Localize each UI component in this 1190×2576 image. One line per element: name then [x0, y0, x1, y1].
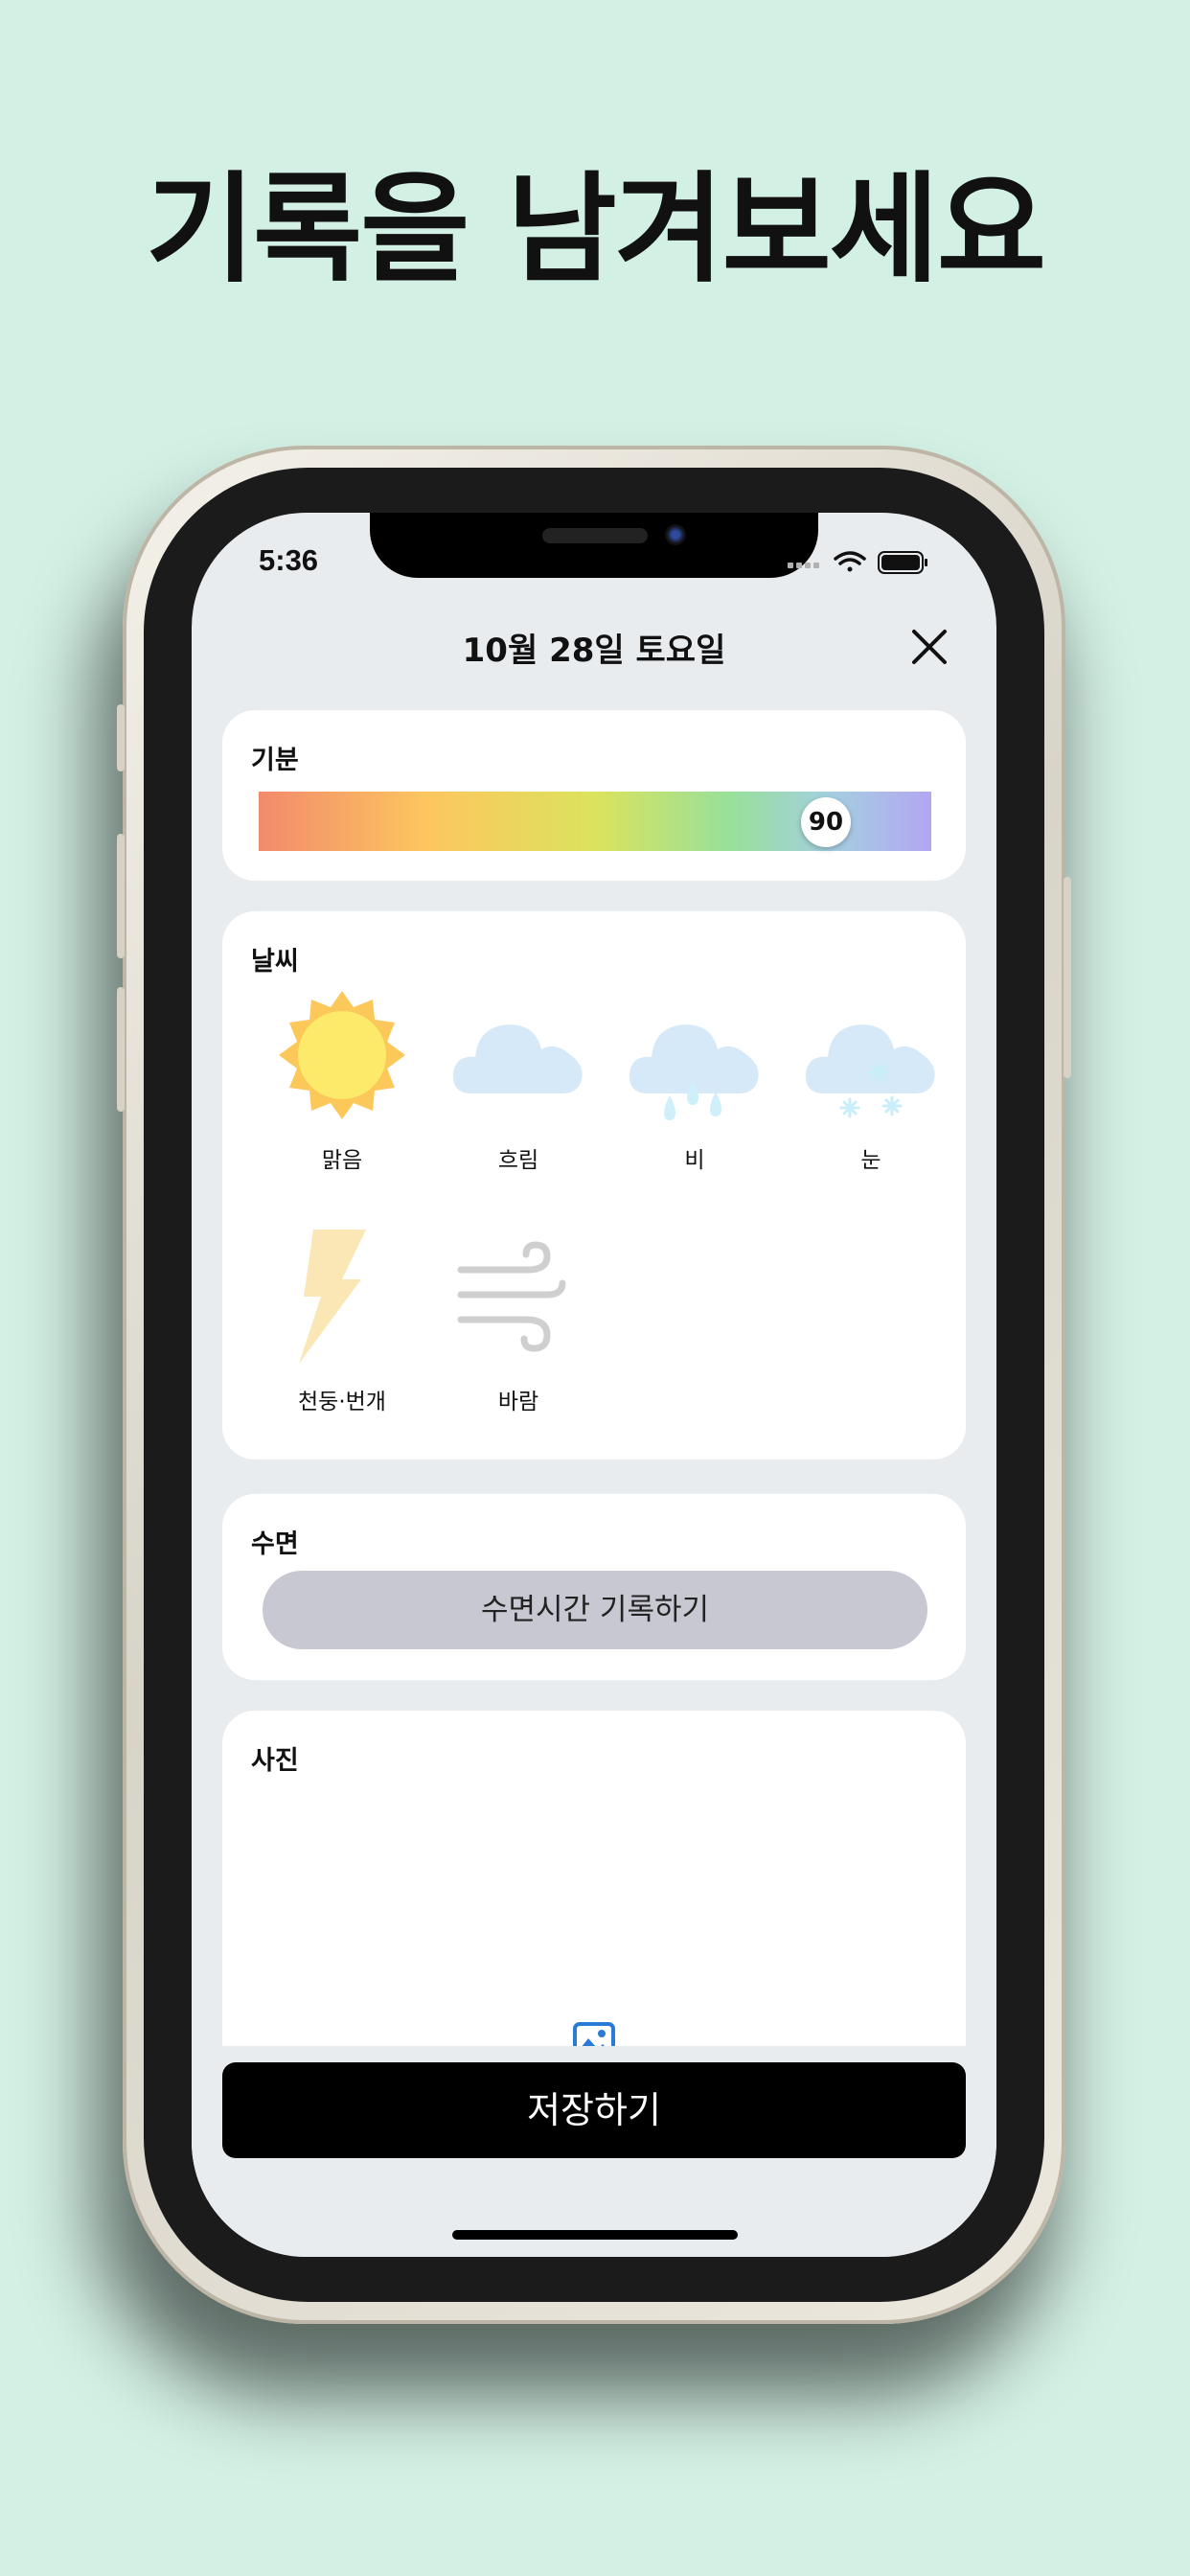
sun-icon — [279, 991, 405, 1119]
sleep-card: 수면 수면시간 기록하기 — [222, 1494, 966, 1680]
camera — [665, 524, 686, 545]
promo-headline: 기록을 남겨보세요 — [146, 161, 1046, 299]
home-indicator — [452, 2230, 738, 2240]
volume-down-button — [117, 987, 125, 1112]
status-time: 5:36 — [259, 543, 319, 577]
wind-icon — [457, 1241, 566, 1352]
weather-option-rain[interactable]: 비 — [613, 988, 776, 1180]
app-screen: 5:36 10월 28일 토요일 기분 90 날씨 맑음 흐림 비 눈 천둥·번… — [192, 513, 996, 2257]
weather-label-cloudy: 흐림 — [497, 1148, 539, 1173]
weather-option-wind[interactable]: 바람 — [437, 1230, 600, 1421]
snow-icon — [805, 1024, 935, 1118]
cloud-icon — [452, 1024, 583, 1093]
weather-option-sunny[interactable]: 맑음 — [261, 988, 423, 1180]
battery-icon — [878, 551, 927, 574]
save-button[interactable]: 저장하기 — [222, 2062, 966, 2158]
close-icon[interactable] — [910, 628, 949, 666]
mood-title: 기분 — [251, 746, 299, 775]
status-icons — [788, 551, 927, 574]
weather-option-snow[interactable]: 눈 — [790, 988, 952, 1180]
weather-label-snow: 눈 — [860, 1148, 881, 1173]
rain-icon — [629, 1024, 759, 1120]
power-button — [1064, 877, 1071, 1078]
weather-label-rain: 비 — [684, 1148, 705, 1173]
mood-slider-knob[interactable]: 90 — [801, 797, 851, 847]
speaker — [542, 528, 648, 543]
notch — [370, 513, 818, 578]
weather-label-wind: 바람 — [497, 1390, 539, 1414]
record-sleep-button[interactable]: 수면시간 기록하기 — [263, 1571, 927, 1649]
wifi-icon — [834, 551, 866, 572]
lightning-icon — [299, 1230, 366, 1364]
volume-up-button — [117, 834, 125, 958]
weather-label-thunder: 천둥·번개 — [298, 1390, 386, 1414]
weather-label-sunny: 맑음 — [321, 1148, 363, 1173]
photo-title: 사진 — [251, 1746, 299, 1776]
sleep-title: 수면 — [251, 1530, 299, 1559]
date-title: 10월 28일 토요일 — [462, 632, 726, 670]
mood-card: 기분 90 — [222, 710, 966, 881]
mute-switch — [117, 704, 125, 771]
signal-icon — [788, 563, 819, 568]
weather-option-thunder[interactable]: 천둥·번개 — [261, 1230, 423, 1421]
weather-title: 날씨 — [251, 947, 299, 977]
weather-option-cloudy[interactable]: 흐림 — [437, 988, 600, 1180]
weather-card: 날씨 맑음 흐림 비 눈 천둥·번개 바람 — [222, 911, 966, 1460]
